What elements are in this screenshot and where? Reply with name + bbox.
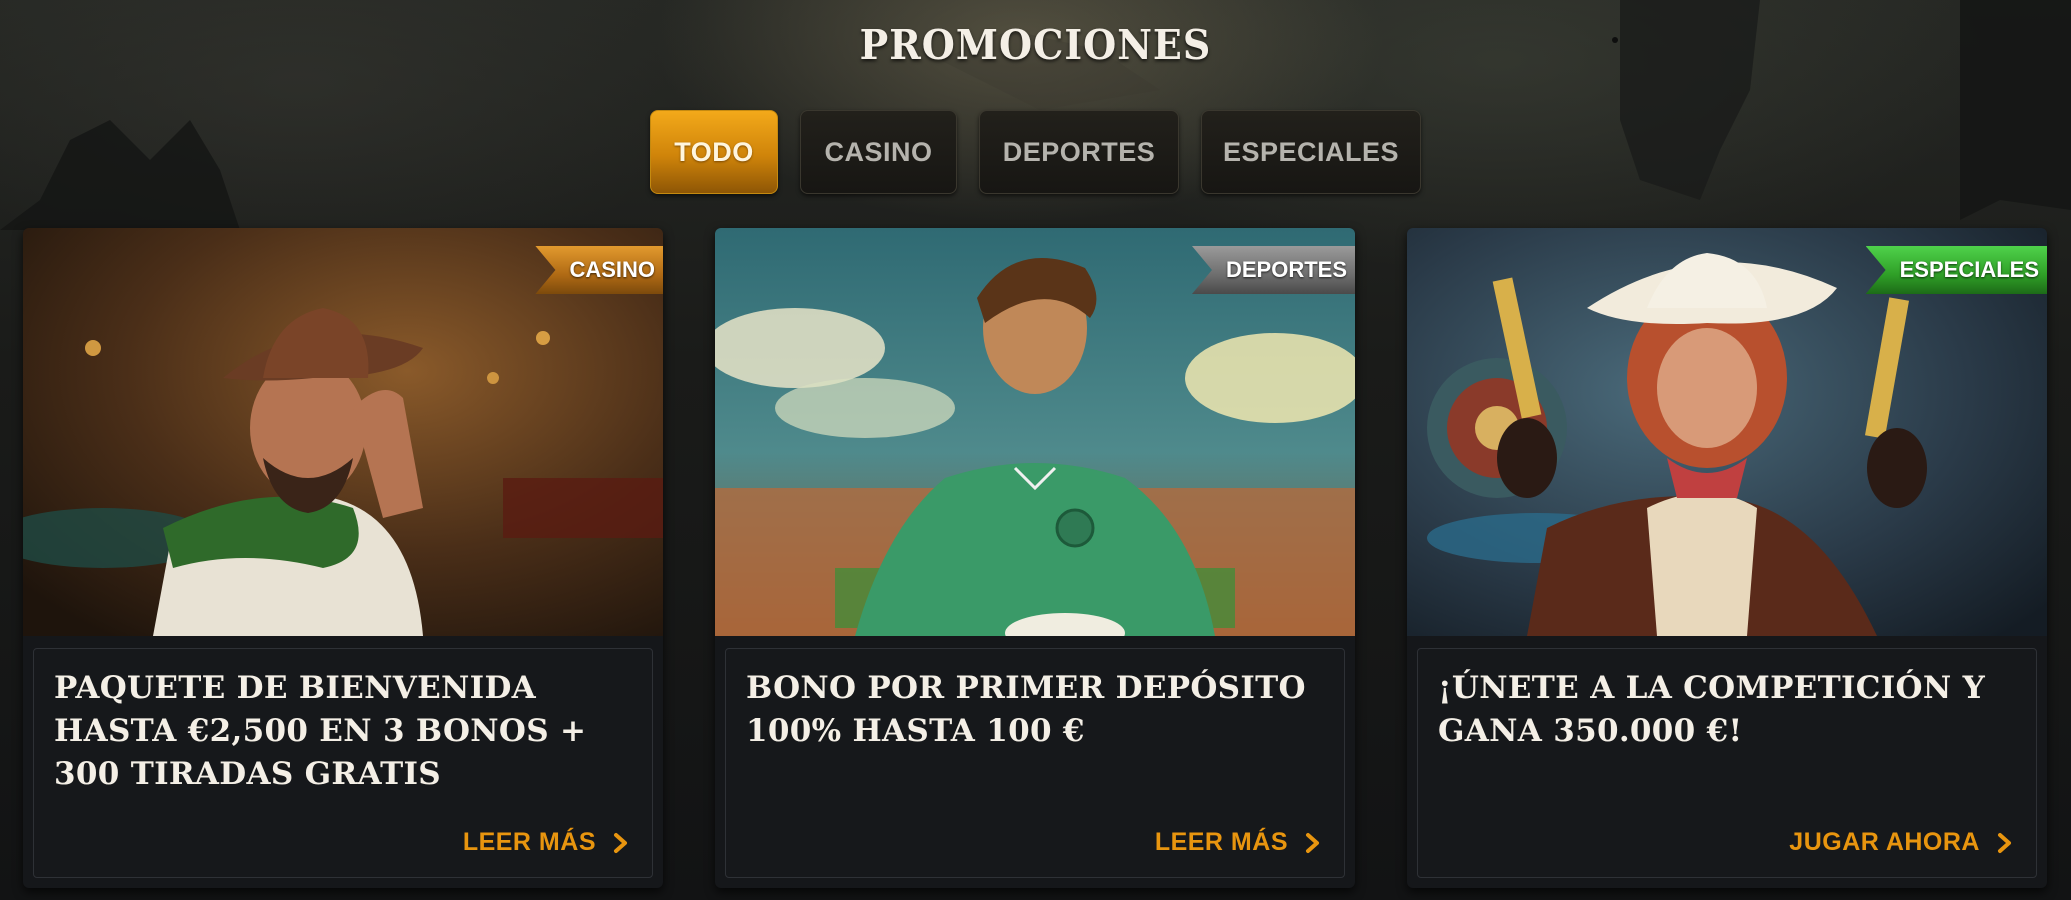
page-title: PROMOCIONES <box>859 20 1212 69</box>
read-more-link[interactable]: LEER MÁS <box>1155 828 1322 857</box>
category-badge: ESPECIALES <box>1865 246 2047 294</box>
promo-title: PAQUETE DE BIENVENIDA HASTA €2,500 EN 3 … <box>54 670 587 792</box>
read-more-link[interactable]: LEER MÁS <box>463 828 630 857</box>
chevron-right-icon <box>1998 832 2011 853</box>
chevron-right-icon <box>1306 832 1319 853</box>
card-body: BONO POR PRIMER DEPÓSITO 100% HASTA 100 … <box>725 648 1345 878</box>
play-now-link[interactable]: JUGAR AHORA <box>1789 828 2014 857</box>
promo-card-first-deposit[interactable]: DEPORTES BONO POR PRIMER DEPÓSITO 100% H… <box>715 228 1355 888</box>
tab-todo[interactable]: TODO <box>650 110 778 194</box>
filter-tabs: TODO CASINO DEPORTES ESPECIALES <box>0 110 2071 194</box>
promo-card-welcome[interactable]: CASINO PAQUETE DE BIENVENIDA HASTA €2,50… <box>23 228 663 888</box>
category-badge: DEPORTES <box>1191 246 1355 294</box>
promo-card-competition[interactable]: ESPECIALES ¡ÚNETE A LA COMPETICIÓN Y GAN… <box>1407 228 2047 888</box>
promo-title: ¡ÚNETE A LA COMPETICIÓN Y GANA 350.000 €… <box>1438 670 1986 749</box>
promo-title: BONO POR PRIMER DEPÓSITO 100% HASTA 100 … <box>746 670 1306 749</box>
chevron-right-icon <box>614 832 627 853</box>
cta-label: JUGAR AHORA <box>1789 828 1980 856</box>
tab-casino[interactable]: CASINO <box>800 110 957 194</box>
card-body: ¡ÚNETE A LA COMPETICIÓN Y GANA 350.000 €… <box>1417 648 2037 878</box>
tab-especiales[interactable]: ESPECIALES <box>1201 110 1421 194</box>
tab-deportes[interactable]: DEPORTES <box>979 110 1179 194</box>
card-body: PAQUETE DE BIENVENIDA HASTA €2,500 EN 3 … <box>33 648 653 878</box>
cta-label: LEER MÁS <box>462 828 596 856</box>
cta-label: LEER MÁS <box>1154 828 1288 856</box>
